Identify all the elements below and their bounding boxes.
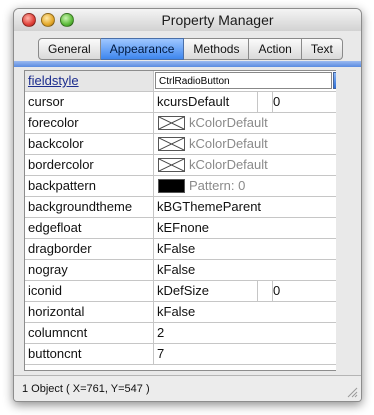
vertical-scrollbar[interactable] (336, 70, 347, 371)
value-text: kColorDefault (189, 136, 268, 151)
property-row-fieldstyle[interactable]: fieldstyle CtrlRadioButton (25, 71, 346, 92)
close-button[interactable] (22, 13, 36, 27)
property-name: dragborder (25, 239, 154, 259)
property-value[interactable]: kFalse (155, 260, 346, 280)
property-value[interactable]: 7 (155, 344, 346, 364)
property-name: columncnt (25, 323, 154, 343)
property-name: cursor (25, 92, 154, 112)
color-swatch-icon[interactable] (158, 116, 185, 130)
property-name: horizontal (25, 302, 154, 322)
color-swatch-icon[interactable] (158, 158, 185, 172)
property-grid: fieldstyle CtrlRadioButton cursor kcursD… (24, 70, 347, 371)
property-name: forecolor (25, 113, 154, 133)
property-row-iconid[interactable]: iconid kDefSize 0 (25, 281, 346, 302)
value-text: kDefSize (157, 283, 210, 298)
window-title: Property Manager (161, 12, 274, 28)
status-bar: 1 Object ( X=761, Y=547 ) (14, 375, 361, 401)
property-row-cursor[interactable]: cursor kcursDefault 0 (25, 92, 346, 113)
property-value[interactable]: kDefSize 0 (155, 281, 346, 301)
property-name: backcolor (25, 134, 154, 154)
property-value[interactable]: kColorDefault (155, 113, 346, 133)
property-value[interactable]: kColorDefault (155, 155, 346, 175)
tab-general[interactable]: General (38, 38, 101, 60)
property-value[interactable]: 2 (155, 323, 346, 343)
property-row-dragborder[interactable]: dragborder kFalse (25, 239, 346, 260)
value-text: Pattern: 0 (189, 178, 246, 193)
status-text: 1 Object ( X=761, Y=547 ) (22, 383, 150, 395)
property-value[interactable]: kColorDefault (155, 134, 346, 154)
property-row-backcolor[interactable]: backcolor kColorDefault (25, 134, 346, 155)
property-name: backgroundtheme (25, 197, 154, 217)
fieldstyle-select[interactable]: CtrlRadioButton (155, 72, 332, 89)
tab-underline (14, 61, 361, 67)
property-value[interactable]: Pattern: 0 (155, 176, 346, 196)
tab-bar: General Appearance Methods Action Text (38, 38, 343, 60)
property-name: bordercolor (25, 155, 154, 175)
property-value[interactable]: kFalse (155, 239, 346, 259)
property-value[interactable]: kcursDefault 0 (155, 92, 346, 112)
property-value[interactable]: kFalse (155, 302, 346, 322)
minimize-button[interactable] (41, 13, 55, 27)
value-text: kcursDefault (157, 94, 230, 109)
cell-divider (257, 92, 273, 112)
property-row-horizontal[interactable]: horizontal kFalse (25, 302, 346, 323)
zoom-button[interactable] (60, 13, 74, 27)
pattern-swatch-icon[interactable] (158, 179, 185, 193)
resize-grip-icon[interactable] (347, 387, 358, 398)
value-extra[interactable]: 0 (273, 92, 280, 112)
property-name: iconid (25, 281, 154, 301)
property-row-forecolor[interactable]: forecolor kColorDefault (25, 113, 346, 134)
property-name: buttoncnt (25, 344, 154, 364)
value-text: kColorDefault (189, 115, 268, 130)
property-row-edgefloat[interactable]: edgefloat kEFnone (25, 218, 346, 239)
property-name: backpattern (25, 176, 154, 196)
property-row-columncnt[interactable]: columncnt 2 (25, 323, 346, 344)
value-extra[interactable]: 0 (273, 281, 280, 301)
tab-action[interactable]: Action (249, 38, 302, 60)
property-value[interactable]: kBGThemeParent (155, 197, 346, 217)
property-manager-window: Property Manager General Appearance Meth… (13, 8, 362, 402)
property-row-backgroundtheme[interactable]: backgroundtheme kBGThemeParent (25, 197, 346, 218)
property-value[interactable]: kEFnone (155, 218, 346, 238)
property-row-nogray[interactable]: nogray kFalse (25, 260, 346, 281)
property-row-buttoncnt[interactable]: buttoncnt 7 (25, 344, 346, 365)
value-text: kColorDefault (189, 157, 268, 172)
property-name: nogray (25, 260, 154, 280)
tab-methods[interactable]: Methods (184, 38, 250, 60)
cell-divider (257, 281, 273, 301)
property-row-bordercolor[interactable]: bordercolor kColorDefault (25, 155, 346, 176)
property-name: edgefloat (25, 218, 154, 238)
tab-text[interactable]: Text (301, 38, 343, 60)
property-row-backpattern[interactable]: backpattern Pattern: 0 (25, 176, 346, 197)
tab-appearance[interactable]: Appearance (100, 38, 185, 60)
title-bar[interactable]: Property Manager (14, 9, 361, 31)
property-name: fieldstyle (25, 71, 154, 91)
color-swatch-icon[interactable] (158, 137, 185, 151)
